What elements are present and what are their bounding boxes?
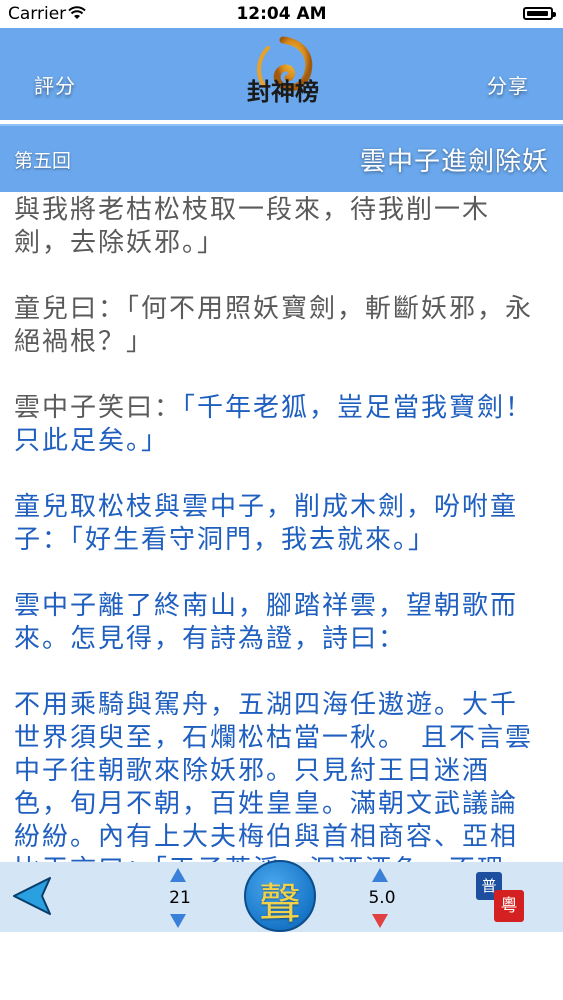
- paragraph: 童兒取松枝與雲中子，削成木劍，吩咐童子：「好生看守洞門，我去就來。」: [14, 492, 519, 555]
- svg-text:封神榜: 封神榜: [247, 77, 319, 106]
- paragraph: 不用乘騎與駕舟，五湖四海任遨遊。大千世界須臾至，石爛松枯當一秋。 且不言雲中子往…: [14, 690, 534, 862]
- text-body: 與我將老枯松枝取一段來，待我削一木劍，去除妖邪。」 童兒曰：「何不用照妖寶劍，斬…: [14, 194, 544, 862]
- voice-label: 聲: [258, 879, 301, 928]
- chapter-number[interactable]: 第五回: [14, 146, 71, 173]
- speed-value: 5.0: [368, 888, 396, 908]
- font-size-value: 21: [169, 888, 191, 908]
- cantonese-icon: 粵: [494, 890, 524, 922]
- app-logo: 封神榜: [247, 36, 319, 106]
- voice-button[interactable]: 聲: [244, 860, 316, 932]
- language-toggle[interactable]: 普 粵: [476, 872, 532, 922]
- speed-stepper: 5.0: [362, 868, 402, 928]
- battery-icon: [523, 7, 556, 20]
- paragraph: 雲中子離了終南山，腳踏祥雲，望朝歌而來。怎見得，有詩為證，詩曰：: [14, 591, 519, 654]
- reading-area[interactable]: 與我將老枯松枝取一段來，待我削一木劍，去除妖邪。」 童兒曰：「何不用照妖寶劍，斬…: [0, 190, 563, 862]
- speed-up-icon[interactable]: [372, 868, 388, 882]
- back-arrow-icon[interactable]: [10, 874, 56, 918]
- status-bar: Carrier 12:04 AM: [0, 0, 563, 28]
- share-button[interactable]: 分享: [487, 70, 529, 99]
- clock: 12:04 AM: [236, 4, 327, 24]
- rate-button[interactable]: 評分: [34, 70, 76, 99]
- app-header: 評分 封神榜 分享: [0, 28, 563, 120]
- paragraph: 與我將老枯松枝取一段來，待我削一木劍，去除妖邪。」: [14, 195, 491, 258]
- battery-fill: [527, 11, 548, 16]
- paragraph: 雲中子笑曰：「千年老狐，豈足當我寶劍！只此足矣。」: [14, 393, 534, 456]
- bottom-toolbar: 21 聲 5.0 普 粵: [0, 860, 563, 932]
- font-size-stepper: 21: [160, 868, 200, 928]
- chapter-title: 雲中子進劍除妖: [359, 147, 549, 177]
- font-size-up-icon[interactable]: [170, 868, 186, 882]
- speed-down-icon[interactable]: [372, 914, 388, 928]
- paragraph: 童兒曰：「何不用照妖寶劍，斬斷妖邪，永絕禍根？」: [14, 294, 534, 357]
- font-size-down-icon[interactable]: [170, 914, 186, 928]
- chapter-bar: 第五回 雲中子進劍除妖: [0, 124, 563, 192]
